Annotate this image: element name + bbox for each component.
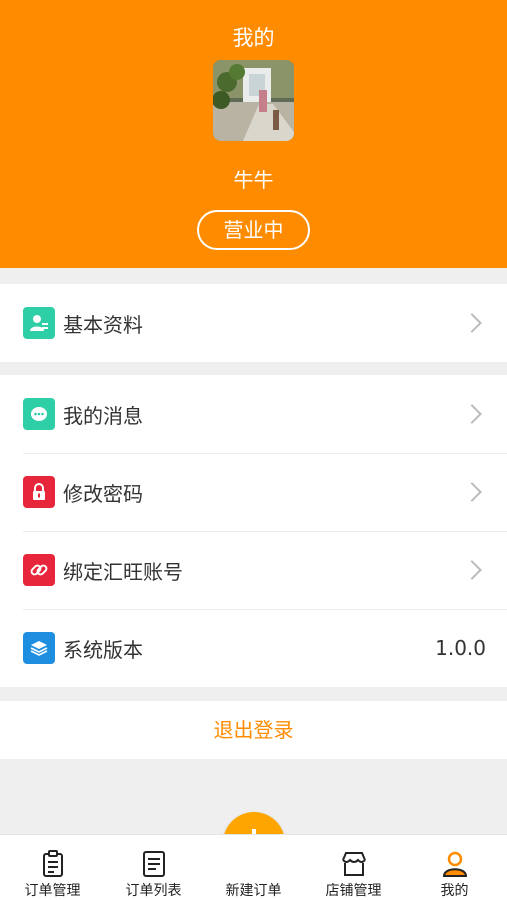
menu-item-basic-info[interactable]: 基本资料 <box>0 284 507 362</box>
link-icon <box>23 554 55 586</box>
menu-item-label: 我的消息 <box>63 403 143 428</box>
menu-item-messages[interactable]: 我的消息 <box>0 375 507 453</box>
tab-label: 店铺管理 <box>325 883 382 899</box>
tab-order-list[interactable]: 订单列表 <box>103 835 204 900</box>
tab-store-management[interactable]: 店铺管理 <box>303 835 404 900</box>
message-icon <box>23 398 55 430</box>
menu-item-label: 修改密码 <box>63 481 143 506</box>
lock-icon <box>23 476 55 508</box>
logout-button[interactable]: 退出登录 <box>0 701 507 759</box>
menu-item-label: 绑定汇旺账号 <box>63 559 183 584</box>
version-value: 1.0.0 <box>435 636 486 660</box>
chevron-right-icon <box>462 313 482 333</box>
menu-item-bind-account[interactable]: 绑定汇旺账号 <box>0 531 507 609</box>
menu-item-label: 基本资料 <box>63 312 143 337</box>
tab-new-order[interactable]: 新建订单 <box>203 835 304 900</box>
tab-label: 订单管理 <box>24 883 81 899</box>
bottom-tab-bar: 订单管理 订单列表 新建订单 店铺管理 我的 <box>0 834 507 900</box>
tab-label: 新建订单 <box>225 883 282 899</box>
person-icon <box>442 851 467 877</box>
settings-group: 我的消息 修改密码 绑定汇旺账号 系统版本 1.0.0 <box>0 375 507 687</box>
profile-header: 我的 牛牛 营业中 <box>0 0 507 268</box>
tab-label: 我的 <box>440 883 469 899</box>
chevron-right-icon <box>462 404 482 424</box>
menu-item-change-password[interactable]: 修改密码 <box>0 453 507 531</box>
document-icon <box>142 851 165 877</box>
menu-item-label: 系统版本 <box>63 637 143 662</box>
layers-icon <box>23 632 55 664</box>
tab-order-management[interactable]: 订单管理 <box>2 835 103 900</box>
profile-card-icon <box>23 307 55 339</box>
username: 牛牛 <box>233 168 274 192</box>
clipboard-icon <box>42 850 63 877</box>
menu-item-system-version: 系统版本 1.0.0 <box>0 609 507 687</box>
tab-mine[interactable]: 我的 <box>404 835 505 900</box>
chevron-right-icon <box>462 560 482 580</box>
tab-label: 订单列表 <box>125 883 182 899</box>
business-status-button[interactable]: 营业中 <box>197 210 310 250</box>
avatar[interactable] <box>213 60 294 141</box>
profile-group: 基本资料 <box>0 284 507 362</box>
store-icon <box>341 852 366 876</box>
chevron-right-icon <box>462 482 482 502</box>
page-title: 我的 <box>232 26 275 50</box>
